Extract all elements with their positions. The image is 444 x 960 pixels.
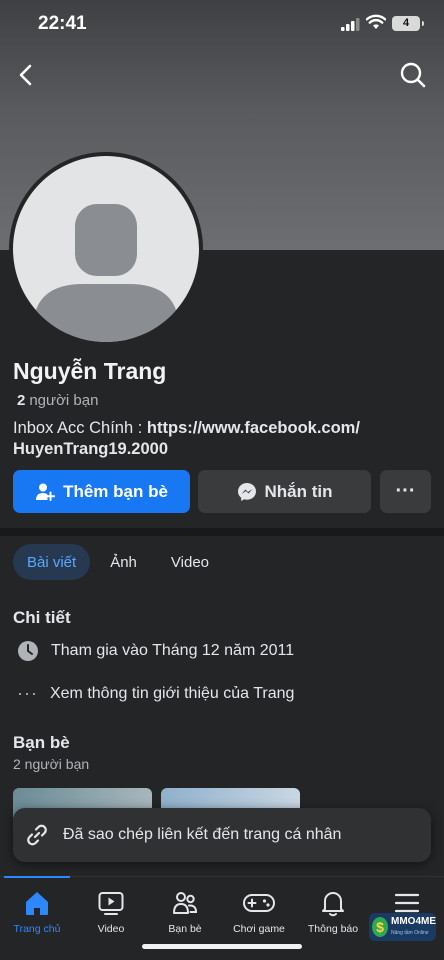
joined-text: Tham gia vào Tháng 12 năm 2011: [51, 642, 295, 659]
home-icon: [26, 892, 48, 915]
search-icon: [400, 62, 426, 88]
friend-count-number: 2: [17, 392, 26, 409]
bell-icon: [322, 892, 344, 917]
profile-name: Nguyễn Trang: [13, 358, 167, 384]
messenger-icon: [237, 482, 256, 501]
home-indicator: [142, 944, 302, 949]
bio-prefix: Inbox Acc Chính :: [13, 419, 147, 437]
wifi-icon: [366, 14, 386, 29]
add-friend-button[interactable]: Thêm bạn bè: [13, 470, 190, 513]
active-nav-indicator: [4, 876, 70, 878]
nav-notifications-label: Thông báo: [307, 923, 359, 935]
toast-text: Đã sao chép liên kết đến trang cá nhân: [63, 826, 342, 843]
watermark-logo: $ MMO4ME Nâng tầm Online: [369, 913, 436, 941]
add-friend-icon: [36, 483, 56, 501]
more-options-icon: ···: [395, 480, 416, 502]
add-friend-label: Thêm bạn bè: [63, 481, 168, 501]
profile-tabs: Bài viết Ảnh Video: [13, 544, 223, 580]
nav-gaming-label: Chơi game: [233, 923, 285, 935]
gamepad-icon: [243, 894, 275, 912]
nav-video[interactable]: Video: [74, 887, 148, 935]
status-time: 22:41: [38, 13, 87, 34]
message-button[interactable]: Nhắn tin: [198, 470, 371, 513]
friends-count-text: 2 người bạn: [13, 756, 90, 772]
friends-title: Bạn bè: [13, 733, 70, 752]
watermark-subtext: Nâng tầm Online: [391, 929, 429, 936]
nav-notifications[interactable]: Thông báo: [296, 887, 370, 935]
default-avatar-icon: [33, 204, 179, 342]
detail-see-intro[interactable]: ··· Xem thông tin giới thiệu của Trang: [17, 683, 294, 704]
friends-icon: [173, 892, 198, 914]
link-icon: [27, 824, 47, 846]
toast-notification: Đã sao chép liên kết đến trang cá nhân: [13, 808, 431, 862]
tab-videos[interactable]: Video: [157, 544, 223, 580]
dollar-coin-icon: $: [372, 917, 388, 937]
battery-indicator: 4: [392, 16, 424, 31]
nav-home[interactable]: Trang chủ: [0, 887, 74, 935]
nav-friends-label: Bạn bè: [168, 923, 202, 935]
section-divider: [0, 528, 444, 536]
profile-avatar[interactable]: [9, 152, 203, 346]
video-icon: [98, 892, 124, 915]
nav-video-label: Video: [97, 923, 125, 935]
cellular-signal-icon: [341, 18, 360, 31]
search-button[interactable]: [399, 61, 427, 89]
friend-count[interactable]: 2 người bạn: [17, 392, 98, 409]
friend-count-suffix: người bạn: [29, 392, 99, 409]
detail-joined: Tham gia vào Tháng 12 năm 2011: [17, 640, 294, 662]
tab-posts[interactable]: Bài viết: [13, 544, 91, 580]
status-bar: 22:41 4: [0, 0, 444, 50]
watermark-text: MMO4ME: [391, 915, 436, 927]
more-options-button[interactable]: ···: [380, 470, 431, 513]
nav-home-label: Trang chủ: [13, 923, 61, 935]
clock-icon: [18, 641, 38, 661]
chevron-left-icon: [19, 64, 32, 86]
nav-friends[interactable]: Bạn bè: [148, 887, 222, 935]
nav-gaming[interactable]: Chơi game: [222, 887, 296, 935]
message-label: Nhắn tin: [264, 481, 333, 501]
see-intro-text: Xem thông tin giới thiệu của Trang: [49, 684, 295, 702]
tab-photos[interactable]: Ảnh: [96, 544, 151, 580]
profile-bio: Inbox Acc Chính : https://www.facebook.c…: [13, 418, 423, 460]
back-button[interactable]: [14, 62, 40, 88]
details-title: Chi tiết: [13, 608, 71, 627]
more-dots-icon: ···: [17, 683, 38, 703]
